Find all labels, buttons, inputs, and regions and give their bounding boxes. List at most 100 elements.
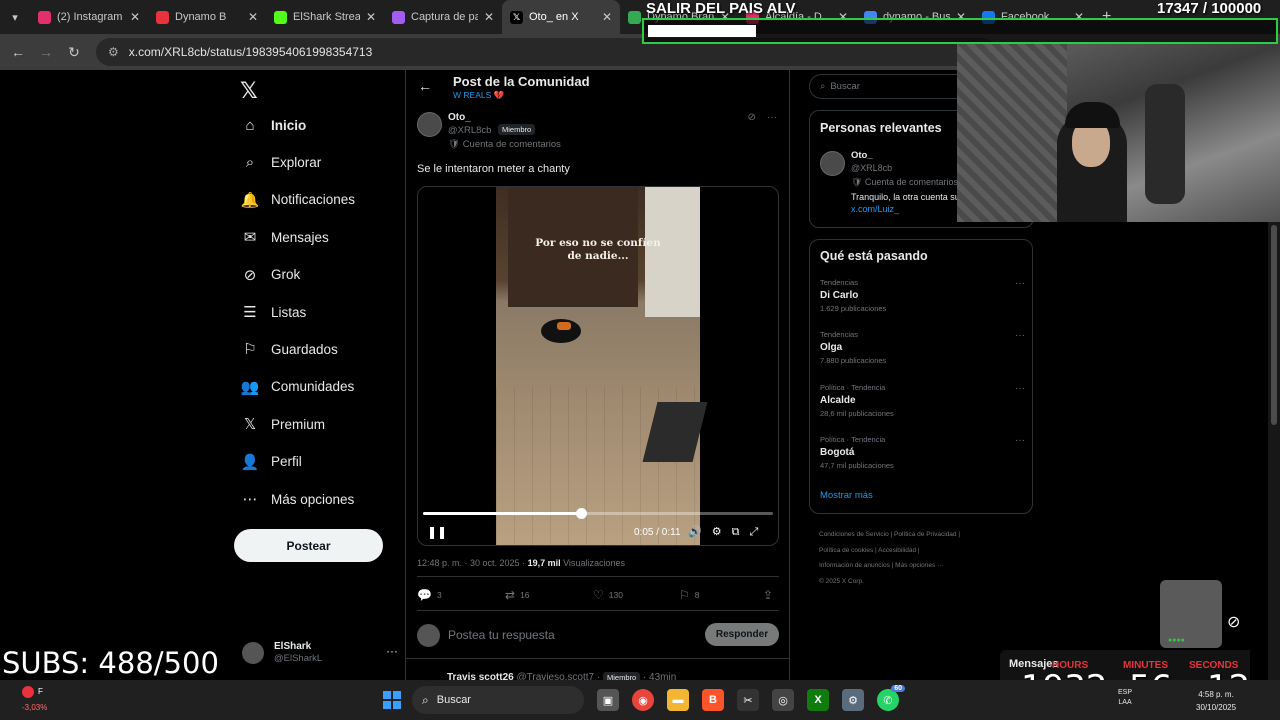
reply-input[interactable]: Postea tu respuesta	[448, 628, 555, 642]
back-arrow-icon[interactable]: ←	[418, 78, 432, 94]
post-timestamp[interactable]: 12:48 p. m. · 30 oct. 2025 ·	[417, 558, 528, 568]
bio-link[interactable]: x.com/Luiz_	[851, 204, 899, 214]
reload-button[interactable]: ↻	[60, 44, 88, 61]
chrome-icon[interactable]: ◉	[632, 689, 654, 711]
grok-icon[interactable]: ⊘	[747, 112, 755, 123]
pip-icon[interactable]: ⧉	[732, 526, 750, 538]
trend-item[interactable]: Política · Tendencia Bogotá 47,7 mil publi…	[820, 435, 1025, 470]
close-icon[interactable]: ✕	[602, 10, 612, 24]
more-dots-icon[interactable]: ···	[386, 644, 398, 658]
heart-icon: ♡	[593, 588, 604, 602]
repost-icon: ⇄	[505, 588, 516, 602]
author-name[interactable]: Oto_	[448, 112, 471, 123]
sidebar-item-más-opciones[interactable]: ⋯ Más opciones	[240, 484, 355, 514]
reply-button[interactable]: Responder	[705, 623, 779, 646]
more-dots-icon[interactable]: ···	[1015, 330, 1025, 341]
windows-start-icon[interactable]	[383, 691, 401, 709]
author-avatar[interactable]	[417, 112, 442, 137]
account-switcher[interactable]: ElShark @ElSharkL ···	[242, 638, 402, 668]
x-logo-icon[interactable]: 𝕏	[240, 78, 258, 104]
scrollbar-thumb[interactable]	[1271, 225, 1277, 425]
obs-icon[interactable]: ◎	[772, 689, 794, 711]
relevant-community: 🛡 Cuenta de comentarios	[851, 177, 958, 187]
close-icon[interactable]: ✕	[366, 10, 376, 24]
sidebar-item-notificaciones[interactable]: 🔔 Notificaciones	[240, 185, 355, 215]
sidebar-item-listas[interactable]: ☰ Listas	[240, 297, 306, 327]
taskbar-search[interactable]: ⌕ Buscar	[412, 686, 584, 714]
sidebar-item-guardados[interactable]: ⚐ Guardados	[240, 334, 338, 364]
footer-line[interactable]: Información de anuncios | Más opciones ·…	[819, 558, 1029, 574]
show-more-link[interactable]: Mostrar más	[820, 490, 873, 501]
brave-icon[interactable]: B	[702, 689, 724, 711]
trending-card: Qué está pasando Tendencias Di Carlo 1.629…	[809, 239, 1033, 514]
next-post-header[interactable]: Travis scott26 @Travieso.scott7 · Miembr…	[447, 672, 676, 680]
forward-button[interactable]: →	[32, 44, 60, 60]
tab-4[interactable]: 𝕏 Oto_ en X ✕	[502, 0, 620, 34]
sidebar-item-label: Comunidades	[271, 379, 355, 395]
reply-action[interactable]: 💬 3	[417, 588, 442, 602]
next-time: · 43min	[642, 672, 677, 680]
xbox-icon[interactable]: X	[807, 689, 829, 711]
community-name[interactable]: W REALS 💔	[453, 90, 504, 101]
whatsapp-icon[interactable]: ✆ 60	[877, 685, 905, 711]
folder-icon[interactable]: ▬	[667, 689, 689, 711]
trend-item[interactable]: Tendencias Di Carlo 1.629 publicaciones ···	[820, 278, 1025, 313]
capcut-icon[interactable]: ✂	[737, 689, 759, 711]
grok-icon[interactable]: ⊘	[1227, 612, 1240, 632]
avatar	[242, 642, 264, 664]
more-dots-icon[interactable]: ···	[1015, 278, 1025, 289]
site-settings-icon[interactable]: ⚙	[108, 45, 119, 59]
trend-item[interactable]: Tendencias Olga 7.880 publicaciones ···	[820, 330, 1025, 365]
repost-action[interactable]: ⇄ 16	[505, 588, 530, 602]
share-icon[interactable]: ⇪	[763, 588, 778, 602]
footer-line[interactable]: © 2025 X Corp.	[819, 574, 1029, 590]
pause-icon[interactable]: ❚❚	[427, 525, 447, 539]
post-button[interactable]: Postear	[234, 529, 383, 562]
close-icon[interactable]: ✕	[484, 10, 494, 24]
taskbar-clock[interactable]: 4:58 p. m. 30/10/2025	[1196, 688, 1236, 714]
author-handle[interactable]: @XRL8cb	[448, 125, 491, 136]
sidebar-item-grok[interactable]: ⊘ Grok	[240, 260, 301, 290]
more-dots-icon[interactable]: ···	[1015, 435, 1025, 446]
language-indicator[interactable]: ESP LAA	[1118, 688, 1132, 708]
tab-3[interactable]: Captura de pa ✕	[384, 0, 502, 34]
settings-icon[interactable]: ⚙	[842, 689, 864, 711]
close-icon[interactable]: ✕	[248, 10, 258, 24]
sidebar-item-explorar[interactable]: ⌕ Explorar	[240, 147, 321, 177]
goal-progress-fill	[648, 25, 757, 37]
page-title: Post de la Comunidad	[453, 74, 590, 89]
video-scrubber-handle[interactable]	[575, 508, 587, 519]
divider	[406, 658, 789, 659]
sidebar-item-comunidades[interactable]: 👥 Comunidades	[240, 372, 355, 402]
settings-icon[interactable]: ⚙	[712, 526, 732, 538]
relevant-name[interactable]: Oto_	[851, 150, 873, 161]
tab-0[interactable]: (2) Instagram ✕	[30, 0, 148, 34]
close-icon[interactable]: ✕	[130, 10, 140, 24]
trend-count: 7.880 publicaciones	[820, 356, 887, 366]
video-player[interactable]: Por eso no se confíen de nadie... ❚❚ 0:0…	[417, 186, 779, 546]
search-icon: ⌕	[245, 153, 255, 171]
footer-line[interactable]: Condiciones de Servicio | Política de Pr…	[819, 527, 1029, 543]
trend-item[interactable]: Política · Tendencia Alcalde 28,6 mil publ…	[820, 383, 1025, 418]
task-view-icon[interactable]: ▣	[597, 689, 619, 711]
divider	[417, 610, 779, 611]
like-action[interactable]: ♡ 130	[593, 588, 623, 602]
volume-icon[interactable]: 🔊	[688, 526, 712, 538]
tab-search-button[interactable]: ▾	[0, 0, 30, 34]
tab-1[interactable]: Dynamo B ✕	[148, 0, 266, 34]
bookmark-action[interactable]: ⚐ 8	[679, 588, 700, 602]
more-dots-icon[interactable]: ···	[1015, 383, 1025, 394]
fullscreen-icon[interactable]: ⤢	[749, 526, 768, 538]
footer-line[interactable]: Política de cookies | Accesibilidad |	[819, 543, 1029, 559]
sidebar-item-premium[interactable]: 𝕏 Premium	[240, 409, 325, 439]
video-progress-bar[interactable]	[423, 508, 773, 519]
back-button[interactable]: ←	[4, 44, 32, 60]
more-dots-icon[interactable]: ···	[767, 112, 777, 123]
member-badge: Miembro	[498, 124, 536, 135]
avatar[interactable]	[820, 151, 845, 176]
sidebar-item-perfil[interactable]: 👤 Perfil	[240, 447, 302, 477]
stock-widget[interactable]: F -3,03%	[22, 686, 47, 712]
tab-2[interactable]: ElShark Stream ✕	[266, 0, 384, 34]
sidebar-item-inicio[interactable]: ⌂ Inicio	[240, 110, 306, 140]
sidebar-item-mensajes[interactable]: ✉ Mensajes	[240, 222, 329, 252]
